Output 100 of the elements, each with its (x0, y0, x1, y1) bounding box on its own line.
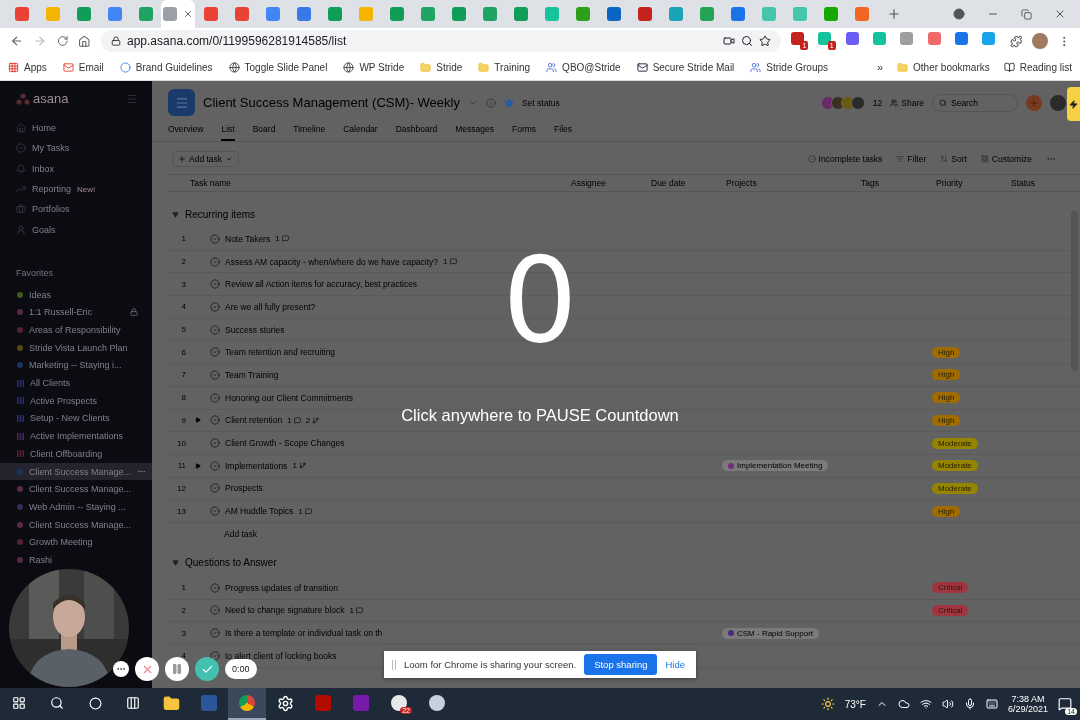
close-icon[interactable] (183, 9, 193, 19)
view-tab[interactable]: Files (554, 124, 573, 141)
add-button[interactable] (1026, 94, 1042, 111)
reload-icon[interactable] (56, 35, 69, 47)
view-tab[interactable]: Timeline (293, 124, 326, 141)
more-icon[interactable] (137, 467, 147, 476)
extension-icon[interactable] (900, 32, 914, 45)
complete-checkbox[interactable] (210, 369, 220, 380)
task-name[interactable]: Honoring our Client Commitments (225, 392, 354, 403)
side-tab[interactable] (1067, 87, 1080, 121)
task-name[interactable]: Success stories (225, 324, 285, 335)
column-header[interactable]: Status (1001, 178, 1080, 188)
complete-checkbox[interactable] (210, 347, 220, 358)
task-name[interactable]: Is there a template or individual task on th (225, 628, 383, 639)
complete-checkbox[interactable] (210, 650, 220, 661)
task-name[interactable]: Team retention and recruiting (225, 347, 336, 358)
task-name[interactable]: AM Huddle Topics (225, 506, 294, 517)
view-tab[interactable]: Messages (455, 124, 494, 141)
task-name[interactable]: Progress updates of transition (225, 582, 338, 593)
restore-icon[interactable] (1021, 8, 1032, 20)
add-task-button[interactable]: Add task (172, 151, 240, 167)
bookmark[interactable]: Secure Stride Mail (636, 61, 735, 73)
extension-icon[interactable] (818, 32, 832, 45)
view-tab[interactable]: List (221, 124, 235, 141)
nav-item[interactable]: My Tasks (0, 138, 152, 159)
profile-avatar[interactable] (1032, 33, 1048, 49)
share-button[interactable]: Share (890, 97, 924, 108)
complete-checkbox[interactable] (210, 415, 220, 426)
task-name[interactable]: Note Takers (225, 233, 271, 244)
toolbar-button[interactable]: Sort (940, 154, 967, 164)
nav-item[interactable]: Reporting New! (0, 178, 152, 200)
bookmark[interactable]: Brand Guidelines (119, 61, 213, 73)
new-tab-icon[interactable] (887, 7, 901, 21)
bookmark[interactable]: Training (478, 61, 531, 73)
view-tab[interactable]: Forms (512, 124, 537, 141)
nav-item[interactable]: Portfolios (0, 199, 152, 220)
task-name[interactable]: Client Growth - Scope Changes (225, 438, 345, 449)
complete-checkbox[interactable] (210, 233, 220, 244)
forward-icon[interactable] (33, 34, 47, 48)
complete-checkbox[interactable] (210, 483, 220, 494)
column-header[interactable]: Priority (926, 178, 1001, 188)
nav-item[interactable]: Home (0, 118, 152, 139)
toolbar-button[interactable]: Filter (896, 154, 927, 164)
star-icon[interactable] (503, 97, 514, 108)
complete-checkbox[interactable] (210, 605, 220, 616)
add-task-link[interactable]: Add task (166, 522, 1080, 549)
view-tab[interactable]: Overview (168, 124, 204, 141)
bookmark[interactable]: Toggle Slide Panel (228, 61, 328, 73)
extension-icon[interactable] (845, 32, 859, 45)
bookmarks-overflow[interactable]: » (876, 61, 884, 73)
task-name[interactable]: Assess AM capacity - when/where do we have capacity? (225, 256, 439, 267)
complete-checkbox[interactable] (210, 392, 220, 403)
task-name[interactable]: Team Training (225, 369, 279, 380)
clock[interactable]: 7:38 AM 6/29/2021 (1007, 694, 1048, 714)
task-name[interactable]: Client retention (225, 415, 283, 426)
extension-icon[interactable] (982, 32, 996, 45)
toolbar-button[interactable]: Customize (980, 154, 1032, 164)
complete-checkbox[interactable] (210, 582, 220, 593)
column-header[interactable]: Task name (166, 178, 561, 188)
task-name[interactable]: Are we all fully present? (225, 301, 316, 312)
volume-icon[interactable] (941, 698, 954, 710)
hide-link[interactable]: Hide (665, 659, 686, 670)
collapse-icon[interactable] (172, 210, 179, 218)
view-tab[interactable]: Board (252, 124, 276, 141)
task-name[interactable]: Need to change signature block (225, 605, 345, 616)
task-name[interactable]: to alert client of locking books (225, 650, 337, 661)
extension-icon[interactable] (954, 32, 968, 45)
toolbar-button[interactable]: Incomplete tasks (807, 154, 883, 164)
extension-icon[interactable] (927, 32, 941, 45)
keyboard-icon[interactable] (985, 698, 998, 710)
expand-icon[interactable] (195, 417, 201, 424)
reading-list-link[interactable]: Reading list (1003, 61, 1072, 73)
cloud-icon[interactable] (897, 698, 910, 710)
complete-checkbox[interactable] (210, 438, 220, 449)
close-icon[interactable] (1054, 8, 1066, 20)
complete-checkbox[interactable] (210, 506, 220, 517)
bookmark[interactable]: Apps (8, 61, 47, 73)
address-bar[interactable]: app.asana.com/0/1199596281914585/list (101, 30, 781, 52)
complete-checkbox[interactable] (210, 324, 220, 335)
bookmark[interactable]: Other bookmarks (897, 61, 990, 73)
column-header[interactable]: Due date (641, 178, 716, 188)
info-icon[interactable] (485, 97, 496, 108)
column-header[interactable]: Tags (851, 178, 926, 188)
notifications-icon[interactable] (1058, 697, 1072, 711)
countdown-message[interactable]: Click anywhere to PAUSE Countdown (401, 406, 679, 425)
home-icon[interactable] (78, 34, 91, 48)
complete-checkbox[interactable] (210, 256, 220, 267)
browser-tab[interactable] (161, 0, 195, 28)
complete-checkbox[interactable] (210, 460, 220, 471)
task-name[interactable]: Prospects (225, 483, 263, 494)
complete-checkbox[interactable] (210, 628, 220, 639)
bookmark[interactable]: Stride Groups (750, 61, 829, 73)
task-name[interactable]: Review all Action items for accuracy, best practices (225, 279, 418, 290)
extensions-icon[interactable] (1009, 34, 1023, 48)
stop-sharing-button[interactable]: Stop sharing (584, 654, 658, 675)
task-name[interactable]: Implementations (225, 460, 288, 471)
bookmark[interactable]: Stride (420, 61, 463, 73)
drag-handle-icon[interactable] (392, 659, 396, 670)
wifi-icon[interactable] (919, 698, 932, 710)
complete-checkbox[interactable] (210, 279, 220, 290)
